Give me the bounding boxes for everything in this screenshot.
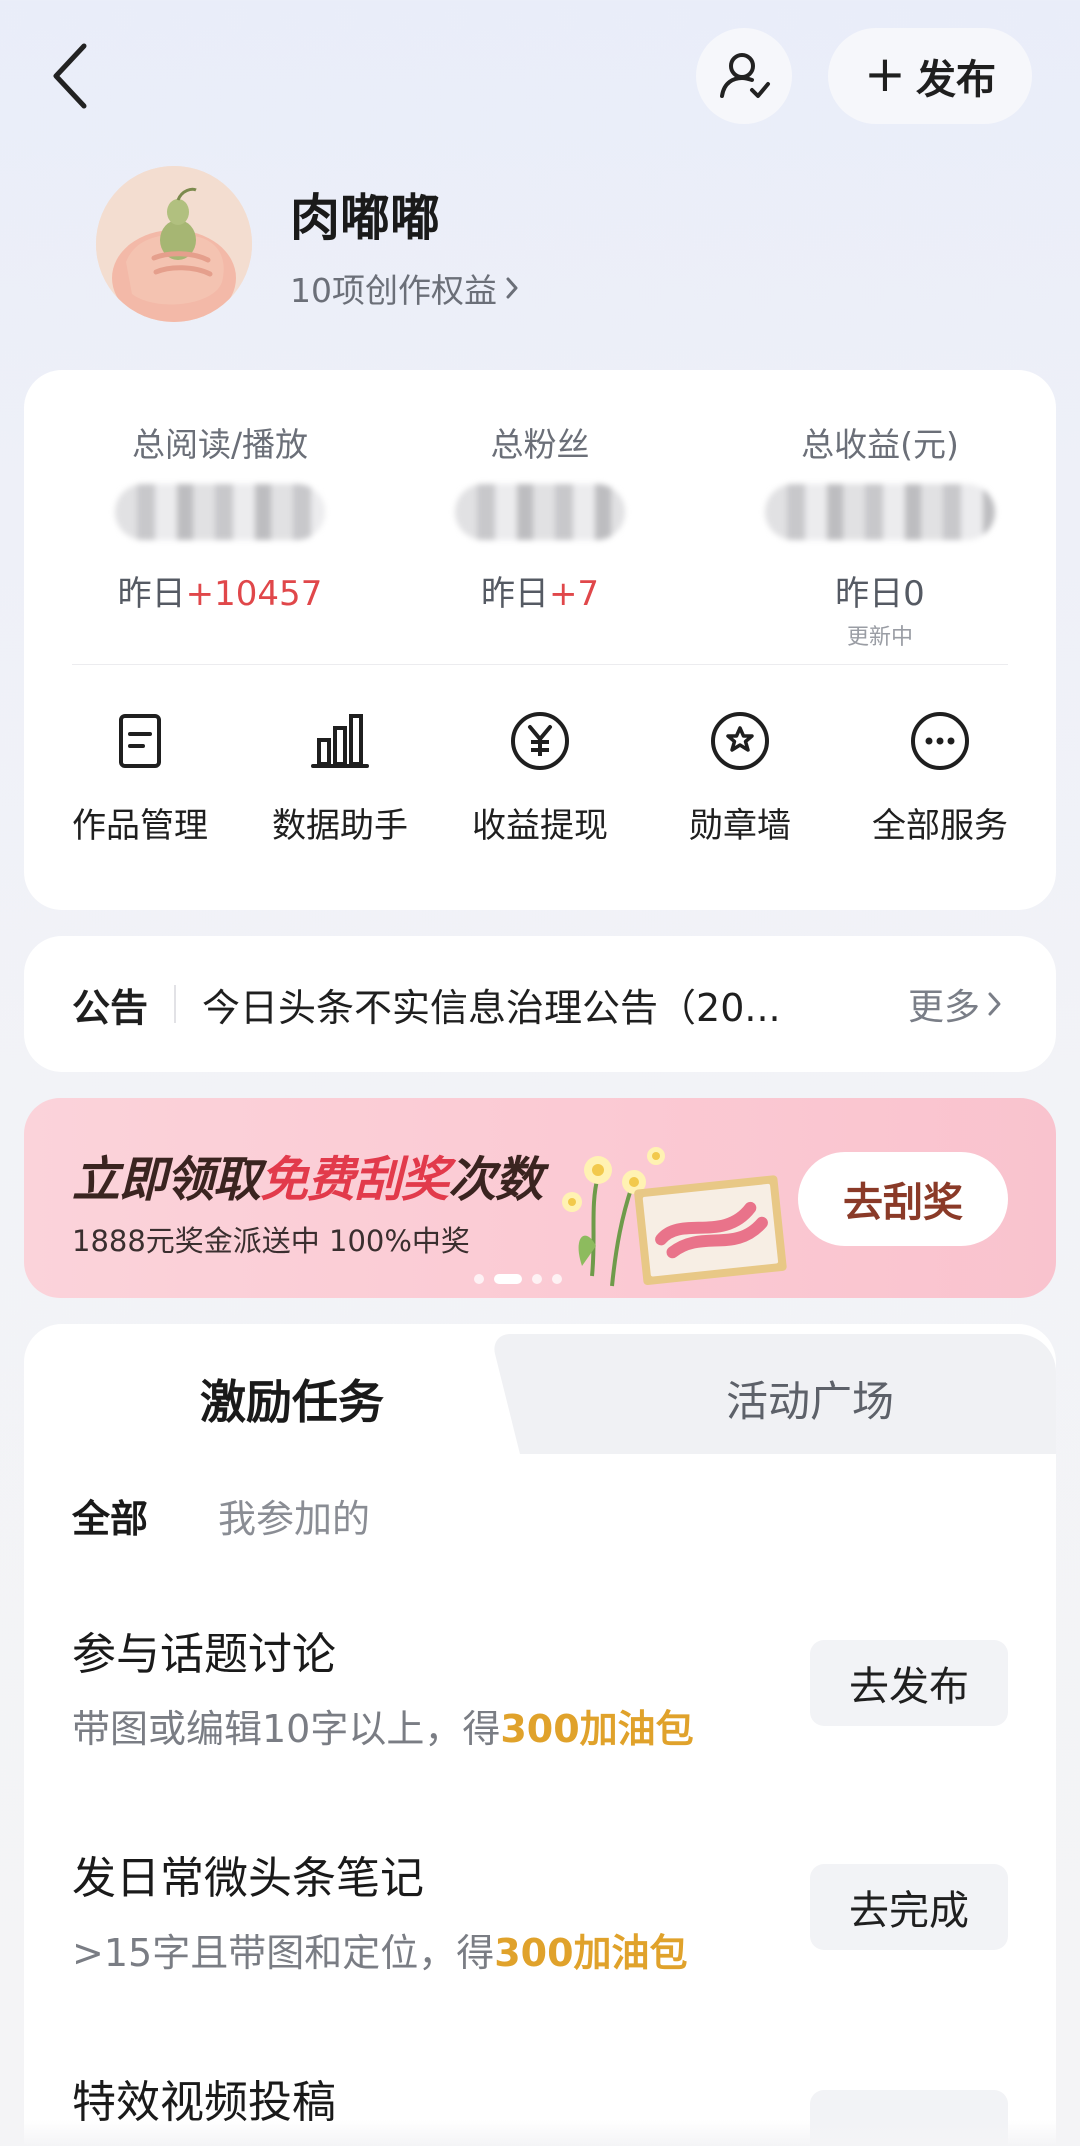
- more-icon: [911, 712, 969, 770]
- stat-yesterday: 昨日0: [730, 566, 1030, 615]
- stat-yesterday: 昨日+10457: [70, 566, 370, 615]
- blurred-value: [115, 484, 325, 540]
- announcement-more-link[interactable]: 更多: [908, 978, 1004, 1030]
- yesterday-value: 0: [903, 574, 925, 614]
- banner-title-pre: 立即领取: [72, 1152, 261, 1208]
- yesterday-value: +7: [548, 574, 600, 614]
- service-withdraw-earnings[interactable]: 收益提现: [440, 710, 640, 860]
- divider: [72, 664, 1008, 665]
- service-label: 作品管理: [72, 806, 208, 846]
- username: 肉嘟嘟: [290, 189, 440, 247]
- carousel-dot: [552, 1274, 562, 1284]
- task-description: >15字且带图和定位，得300加油包: [72, 1922, 688, 1977]
- service-badge-wall[interactable]: 勋章墙: [640, 710, 840, 860]
- task-reward: 300加油包: [494, 1931, 688, 1975]
- plus-icon: +: [864, 45, 906, 103]
- yuan-icon: [511, 712, 569, 770]
- service-label: 数据助手: [272, 806, 408, 846]
- follow-user-button[interactable]: [696, 28, 792, 124]
- service-works-management[interactable]: 作品管理: [40, 710, 240, 860]
- user-check-icon: [720, 53, 770, 98]
- benefits-label: 10项创作权益: [290, 271, 497, 310]
- service-all-services[interactable]: 全部服务: [840, 710, 1040, 860]
- banner-subtitle: 1888元奖金派送中 100%中奖: [72, 1224, 470, 1258]
- yesterday-prefix: 昨日: [835, 574, 904, 614]
- task-action-button[interactable]: 去完成: [810, 1864, 1008, 1950]
- chevron-right-icon: [506, 277, 518, 299]
- yesterday-value: +10457: [185, 574, 323, 614]
- task-description: 带图或编辑10字以上，得300加油包: [72, 1698, 694, 1753]
- blurred-value: [455, 484, 625, 540]
- service-label: 全部服务: [872, 806, 1008, 846]
- blurred-value: [765, 484, 995, 540]
- tab-incentive-tasks[interactable]: 激励任务: [200, 1366, 384, 1432]
- stat-yesterday: 昨日+7: [390, 566, 690, 615]
- stat-label: 总粉丝: [490, 425, 590, 464]
- chevron-right-icon: [988, 992, 1001, 1016]
- bar-chart-icon: [311, 714, 369, 768]
- stat-total-fans[interactable]: 总粉丝 昨日+7: [390, 418, 690, 615]
- service-data-assistant[interactable]: 数据助手: [240, 710, 440, 860]
- stat-total-earnings[interactable]: 总收益(元) 昨日0 更新中: [730, 418, 1030, 651]
- carousel-dot: [532, 1274, 542, 1284]
- yesterday-prefix: 昨日: [117, 574, 186, 614]
- scratch-card-banner[interactable]: 立即领取免费刮奖次数 1888元奖金派送中 100%中奖 去刮奖: [24, 1098, 1056, 1298]
- banner-title: 立即领取免费刮奖次数: [72, 1140, 543, 1210]
- chevron-left-icon: [53, 43, 87, 109]
- scratch-button[interactable]: 去刮奖: [798, 1152, 1008, 1246]
- yesterday-prefix: 昨日: [480, 574, 549, 614]
- divider: [174, 985, 177, 1023]
- creator-benefits-link[interactable]: 10项创作权益: [290, 264, 521, 312]
- banner-title-highlight: 免费刮奖: [260, 1152, 449, 1208]
- back-button[interactable]: [40, 36, 110, 116]
- avatar-illustration: [96, 166, 252, 322]
- carousel-dot: [474, 1274, 484, 1284]
- flower-card-illustration: [562, 1147, 787, 1287]
- task-desc-text: >15字且带图和定位，得: [72, 1931, 495, 1975]
- filter-all[interactable]: 全部: [72, 1488, 148, 1543]
- stat-label: 总阅读/播放: [131, 425, 309, 464]
- task-title: 参与话题讨论: [72, 1629, 336, 1680]
- tab-activity-square-label[interactable]: 活动广场: [726, 1368, 894, 1429]
- star-badge-icon: [711, 712, 769, 770]
- publish-button[interactable]: + 发布: [828, 28, 1032, 124]
- publish-label: 发布: [915, 57, 996, 103]
- announcement-tag: 公告: [72, 985, 149, 1030]
- document-icon: [119, 714, 161, 768]
- service-grid: 作品管理 数据助手 收益提现 勋章墙 全部服务: [24, 710, 1056, 860]
- carousel-indicator: [474, 1274, 562, 1284]
- announcement-text[interactable]: 今日头条不实信息治理公告（20...: [202, 977, 842, 1032]
- avatar[interactable]: [96, 166, 252, 322]
- announcement-bar[interactable]: 公告 今日头条不实信息治理公告（20... 更多: [24, 936, 1056, 1072]
- service-label: 收益提现: [472, 806, 608, 846]
- banner-title-post: 次数: [448, 1152, 543, 1208]
- task-title: 发日常微头条笔记: [72, 1853, 424, 1904]
- stat-total-reads[interactable]: 总阅读/播放 昨日+10457: [70, 418, 370, 615]
- task-reward: 300加油包: [500, 1707, 694, 1751]
- stat-label: 总收益(元): [801, 425, 959, 464]
- more-label: 更多: [907, 987, 980, 1028]
- service-label: 勋章墙: [689, 806, 791, 846]
- filter-joined[interactable]: 我参加的: [218, 1488, 370, 1543]
- task-desc-text: 带图或编辑10字以上，得: [72, 1707, 501, 1751]
- stat-note: 更新中: [846, 625, 913, 650]
- stats-card: 总阅读/播放 昨日+10457 总粉丝 昨日+7 总收益(元) 昨日0 更新中 …: [24, 370, 1056, 910]
- carousel-dot-active: [494, 1274, 522, 1284]
- task-action-button[interactable]: 去发布: [810, 1640, 1008, 1726]
- bottom-fade: [0, 2120, 1080, 2146]
